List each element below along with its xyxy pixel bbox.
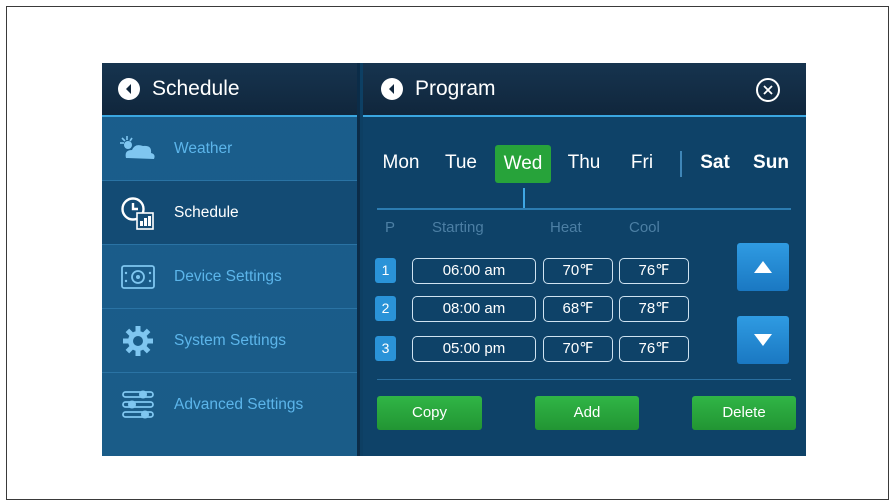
back-icon[interactable] (118, 78, 140, 100)
sidebar-item-label: Advanced Settings (174, 396, 304, 413)
day-divider (377, 208, 791, 210)
start-time-field[interactable]: 08:00 am (412, 296, 536, 322)
sidebar-title: Schedule (152, 77, 240, 100)
period-number: 1 (375, 258, 396, 283)
col-header-cool: Cool (629, 219, 660, 236)
add-button[interactable]: Add (535, 396, 639, 430)
program-header: Program (363, 63, 806, 117)
sidebar-item-schedule[interactable]: Schedule (102, 181, 357, 245)
day-wed[interactable]: Wed (495, 145, 551, 183)
actions-divider (377, 379, 791, 380)
sidebar-item-label: Weather (174, 139, 233, 157)
col-header-p: P (385, 219, 396, 236)
start-time-field[interactable]: 06:00 am (412, 258, 536, 284)
sidebar-item-label: Device Settings (174, 267, 282, 285)
weekday-weekend-divider (680, 151, 682, 177)
sidebar-item-label: Schedule (174, 203, 239, 221)
day-tue[interactable]: Tue (439, 141, 483, 185)
triangle-up-icon (754, 261, 772, 273)
sidebar: Schedule Weather Schedule Device Setting… (102, 63, 360, 456)
day-mon[interactable]: Mon (377, 141, 425, 185)
day-sat[interactable]: Sat (695, 141, 735, 185)
day-fri[interactable]: Fri (625, 141, 659, 185)
day-sun[interactable]: Sun (749, 141, 793, 185)
heat-setpoint-field[interactable]: 70℉ (543, 336, 613, 362)
close-icon[interactable] (756, 78, 780, 102)
delete-button[interactable]: Delete (692, 396, 796, 430)
sidebar-item-system-settings[interactable]: System Settings (102, 309, 357, 373)
cool-setpoint-field[interactable]: 78℉ (619, 296, 689, 322)
start-time-field[interactable]: 05:00 pm (412, 336, 536, 362)
sliders-icon (118, 388, 158, 422)
scroll-up-button[interactable] (737, 243, 789, 291)
sidebar-item-label: System Settings (174, 331, 286, 349)
heat-setpoint-field[interactable]: 68℉ (543, 296, 613, 322)
copy-button[interactable]: Copy (377, 396, 482, 430)
col-header-heat: Heat (550, 219, 582, 236)
scroll-down-button[interactable] (737, 316, 789, 364)
day-thu[interactable]: Thu (561, 141, 607, 185)
thermostat-screen: Schedule Weather Schedule Device Setting… (102, 63, 806, 456)
sidebar-header[interactable]: Schedule (102, 63, 357, 117)
selected-day-indicator (523, 188, 525, 208)
day-selector: Mon Tue Wed Thu Fri Sat Sun (363, 141, 806, 185)
period-number: 3 (375, 336, 396, 361)
weather-icon (118, 132, 158, 166)
program-panel: Program Mon Tue Wed Thu Fri Sat Sun P St… (363, 63, 806, 456)
schedule-clock-icon (118, 196, 158, 230)
heat-setpoint-field[interactable]: 70℉ (543, 258, 613, 284)
sidebar-item-device-settings[interactable]: Device Settings (102, 245, 357, 309)
triangle-down-icon (754, 334, 772, 346)
sidebar-item-advanced-settings[interactable]: Advanced Settings (102, 373, 357, 437)
cool-setpoint-field[interactable]: 76℉ (619, 336, 689, 362)
back-icon[interactable] (381, 78, 403, 100)
gear-icon (118, 324, 158, 358)
period-number: 2 (375, 296, 396, 321)
sidebar-item-weather[interactable]: Weather (102, 117, 357, 181)
col-header-starting: Starting (432, 219, 484, 236)
device-settings-icon (118, 260, 158, 294)
cool-setpoint-field[interactable]: 76℉ (619, 258, 689, 284)
program-title: Program (415, 77, 496, 100)
